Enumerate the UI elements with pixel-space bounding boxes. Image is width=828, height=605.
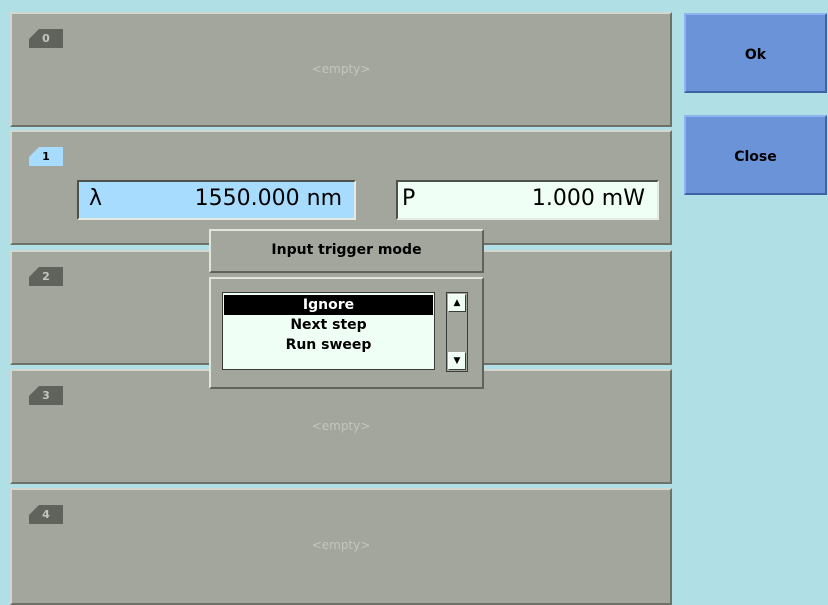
slot-tab-2: 2 [29, 267, 63, 286]
slot-panel-0[interactable]: 0 <empty> [10, 12, 672, 127]
slot-tab-4: 4 [29, 505, 63, 524]
slot-tab-0: 0 [29, 29, 63, 48]
list-item-ignore[interactable]: Ignore [224, 295, 433, 315]
slot-empty-label: <empty> [311, 62, 371, 76]
slot-panel-4[interactable]: 4 <empty> [10, 488, 672, 605]
slot-panel-1[interactable]: 1 λ 1550.000 nm P 1.000 mW [10, 130, 672, 245]
power-value: 1.000 mW [531, 186, 645, 211]
down-arrow-icon[interactable]: ▼ [448, 352, 466, 370]
power-symbol: P [402, 186, 416, 211]
slot-tab-1: 1 [29, 147, 63, 166]
trigger-mode-popup: Ignore Next step Run sweep ▲ ▼ [209, 277, 484, 389]
slot-tab-3: 3 [29, 386, 63, 405]
ok-button[interactable]: Ok [684, 13, 827, 93]
list-item-run-sweep[interactable]: Run sweep [224, 335, 433, 355]
wavelength-field[interactable]: λ 1550.000 nm [77, 180, 356, 220]
list-scrollbar[interactable]: ▲ ▼ [446, 292, 468, 372]
popup-title: Input trigger mode [209, 229, 484, 273]
list-item-next-step[interactable]: Next step [224, 315, 433, 335]
up-arrow-icon[interactable]: ▲ [448, 294, 466, 312]
power-field[interactable]: P 1.000 mW [396, 180, 659, 220]
slot-empty-label: <empty> [311, 538, 371, 552]
trigger-mode-list[interactable]: Ignore Next step Run sweep [222, 292, 435, 370]
wavelength-value: 1550.000 nm [194, 186, 342, 211]
slot-empty-label: <empty> [311, 419, 371, 433]
close-button[interactable]: Close [684, 115, 827, 195]
wavelength-symbol: λ [89, 186, 103, 211]
